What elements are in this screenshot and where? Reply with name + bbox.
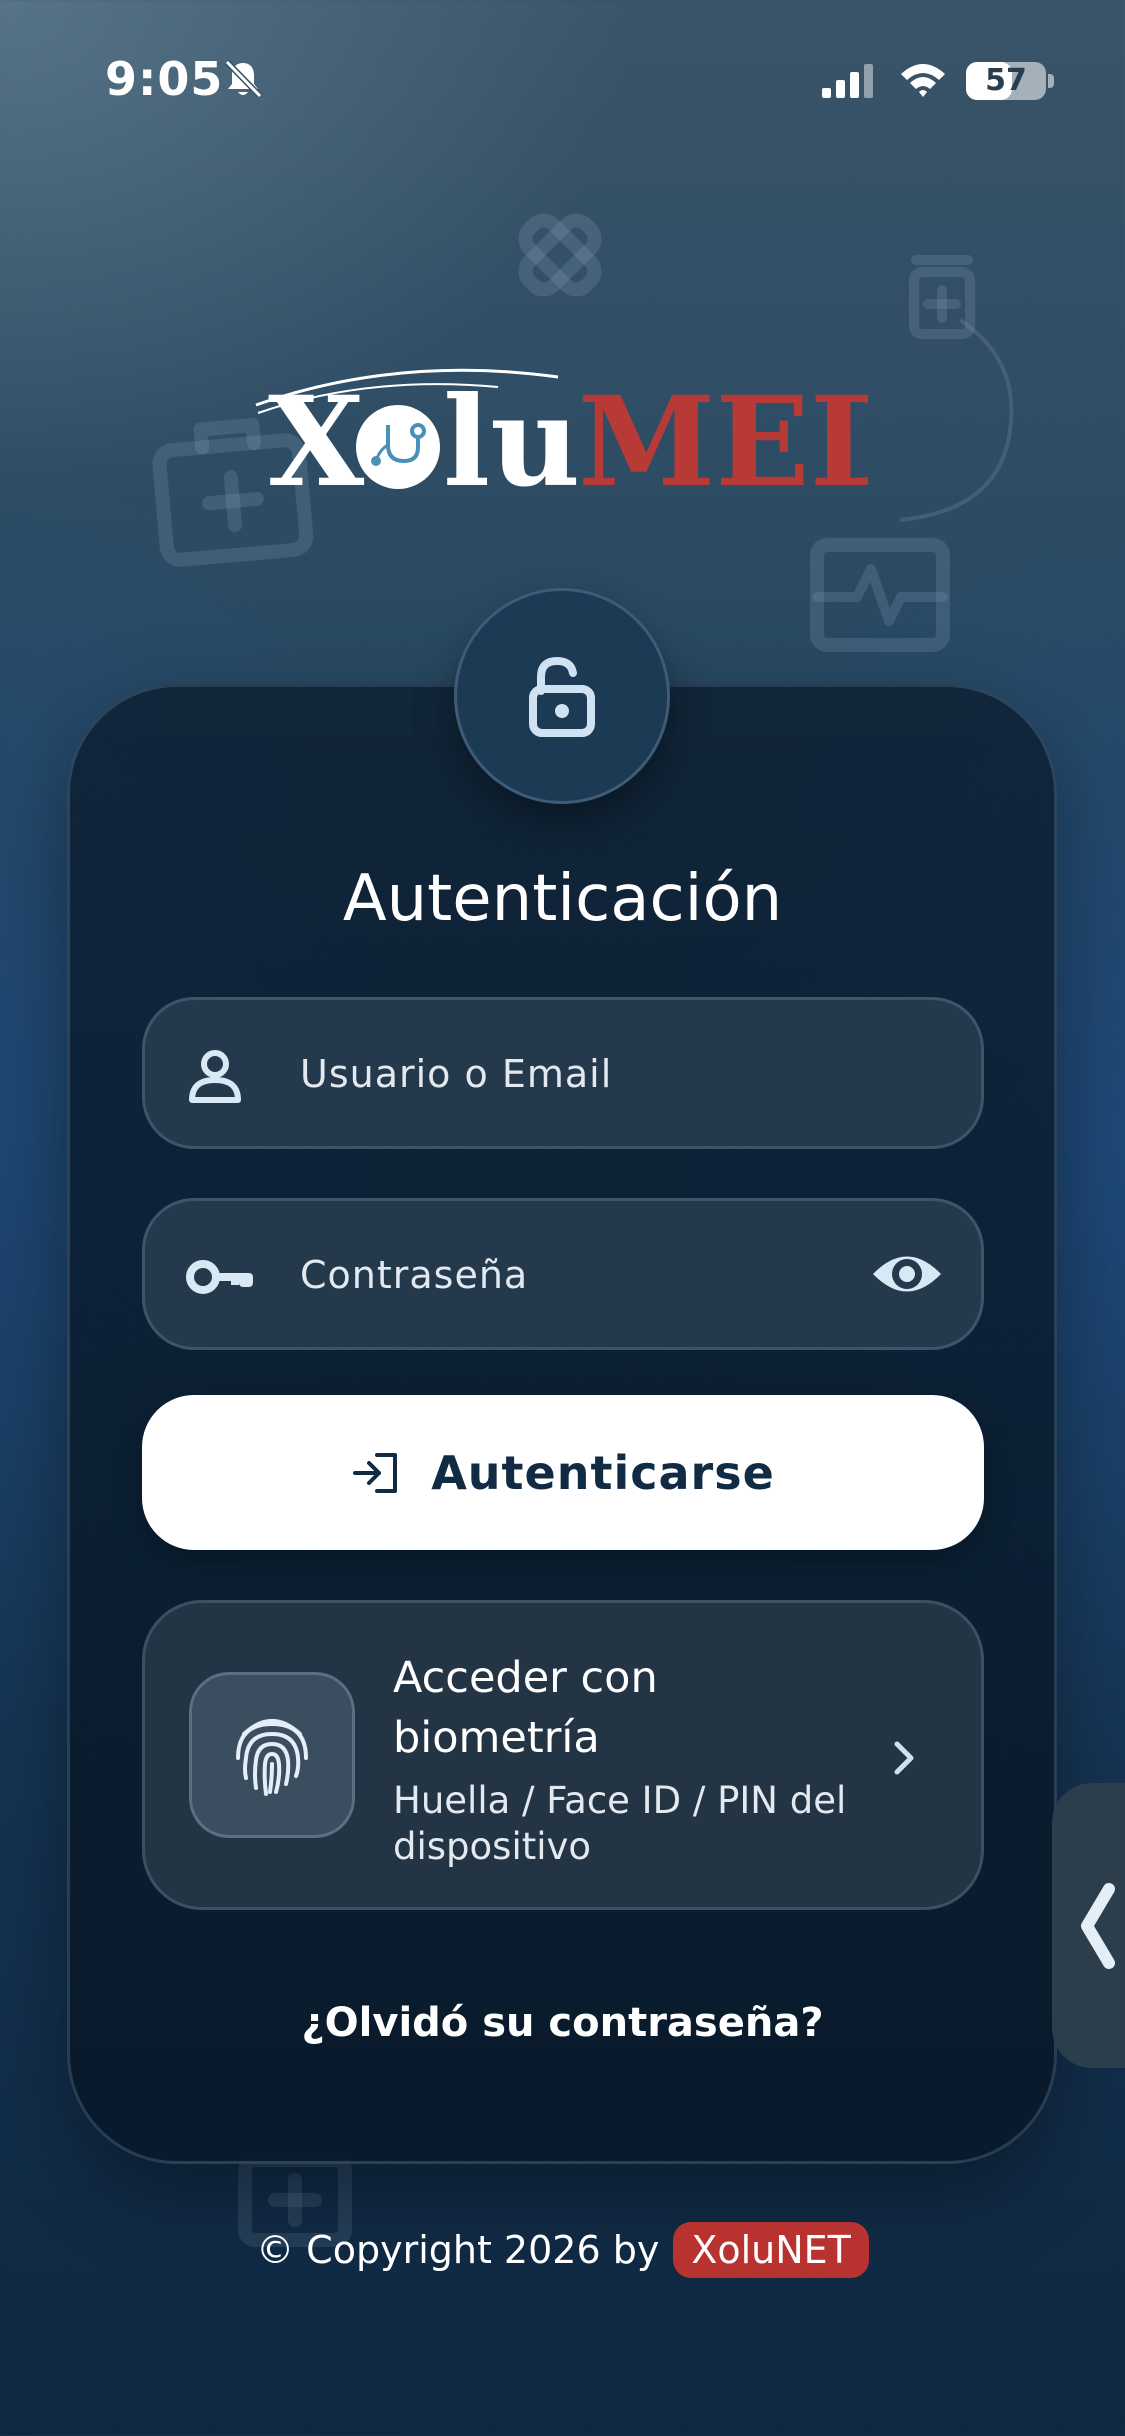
copyright-footer: © Copyright 2026 by XoluNET [0,2222,1125,2278]
status-time: 9:05 [105,52,224,106]
logo-text-x: X [268,370,365,515]
brand-badge[interactable]: XoluNET [673,2222,869,2278]
chevron-right-icon [894,1741,914,1775]
wifi-icon [901,64,945,97]
login-arrow-icon [353,1452,398,1493]
xolumed-logo: X lu MED [255,368,868,515]
battery-level: 57 [985,63,1027,98]
key-icon [186,1260,253,1294]
forgot-password-link[interactable]: ¿Olvidó su contraseña? [0,2000,1125,2046]
cellular-signal-icon [822,64,873,98]
lock-badge [454,588,670,804]
fingerprint-icon [236,1719,308,1796]
fingerprint-badge [189,1672,355,1838]
password-field[interactable] [142,1198,984,1350]
biometric-subtitle: Huella / Face ID / PIN del dispositivo [393,1779,847,1868]
logo-text-lu: lu [443,370,580,515]
bell-slash-icon [224,59,263,99]
authenticate-button[interactable]: Autenticarse [142,1395,984,1550]
copyright-text: © Copyright 2026 by [256,2228,660,2272]
show-password-eye-icon[interactable] [871,1241,943,1307]
chevron-left-icon [1081,1882,1115,1969]
logo-text-med: MED [578,370,868,515]
page-title: Autenticación [342,862,783,936]
biometric-title: Acceder con biometría [393,1653,658,1763]
user-icon [189,1050,241,1103]
side-drawer-handle[interactable] [1052,1783,1125,2068]
unlock-icon [529,656,595,737]
battery-cap [1048,74,1054,88]
authenticate-button-label: Autenticarse [431,1445,775,1500]
biometric-login-button[interactable]: Acceder con biometría Huella / Face ID /… [142,1600,984,1910]
battery-icon: 57 [966,62,1046,100]
bandage-icon [518,213,602,297]
username-input[interactable] [298,1000,862,1148]
username-field[interactable] [142,997,984,1149]
password-input[interactable] [298,1201,862,1349]
heart-monitor-icon [810,538,950,652]
